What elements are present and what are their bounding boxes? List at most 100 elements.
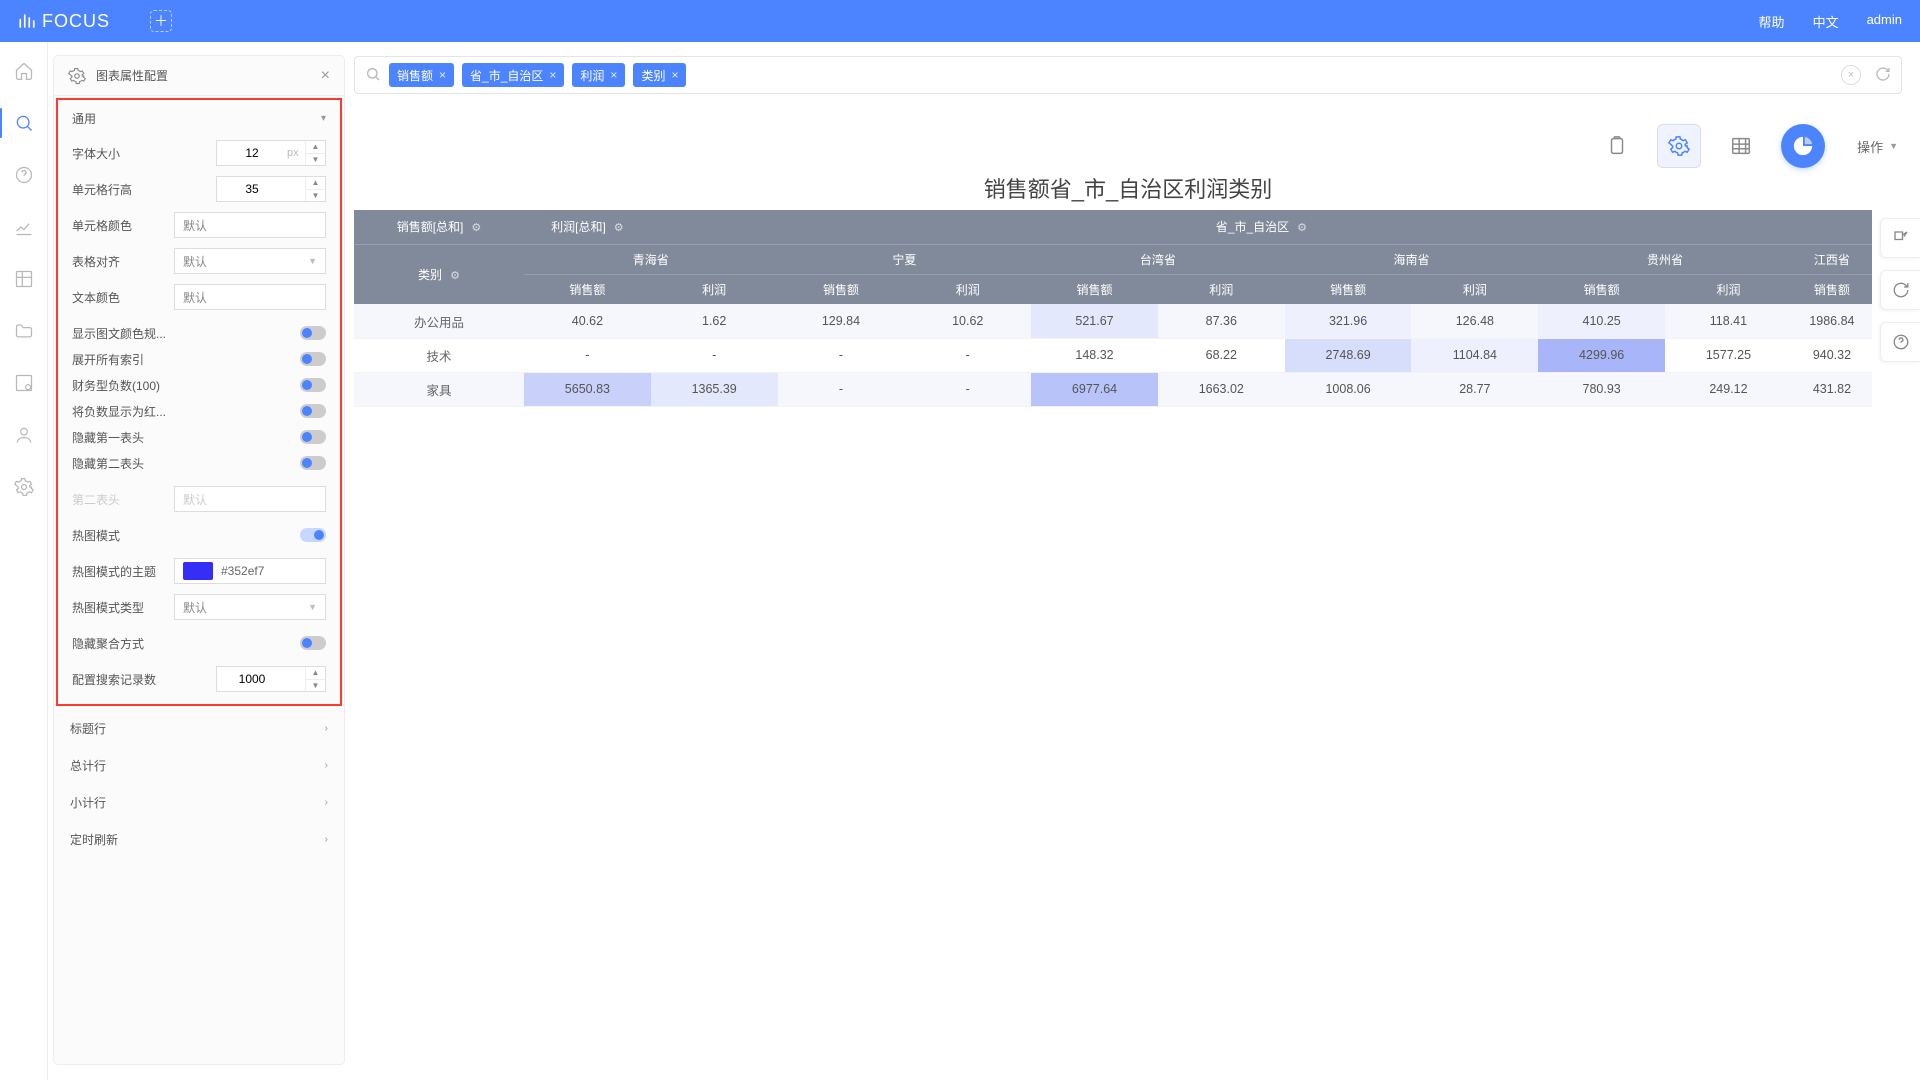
toggle-label: 将负数显示为红...: [72, 403, 166, 420]
toggle-switch[interactable]: [300, 430, 326, 444]
toggle-switch[interactable]: [300, 378, 326, 392]
stepper-up-icon[interactable]: ▲: [306, 177, 325, 190]
help-link[interactable]: 帮助: [1759, 12, 1785, 31]
dim-province-header[interactable]: 省_市_自治区⚙: [651, 210, 1872, 244]
search-chip[interactable]: 销售额×: [389, 63, 454, 87]
font-size-input[interactable]: px ▲▼: [216, 140, 326, 166]
gear-icon[interactable]: ⚙: [471, 222, 481, 234]
chip-remove-icon[interactable]: ×: [439, 68, 446, 82]
search-chip[interactable]: 利润×: [572, 63, 625, 87]
table-row: 技术----148.3268.222748.691104.844299.9615…: [354, 338, 1872, 372]
province-header[interactable]: 台湾省: [1031, 244, 1285, 274]
font-size-field[interactable]: [217, 146, 287, 160]
text-color-label: 文本颜色: [72, 289, 166, 306]
bars-icon: [18, 12, 36, 30]
nav-help[interactable]: [13, 164, 35, 186]
data-cell: 2748.69: [1285, 338, 1412, 372]
nav-chart[interactable]: [13, 216, 35, 238]
metric-profit-header[interactable]: 利润[总和]⚙: [524, 210, 651, 244]
toggle-switch[interactable]: [300, 404, 326, 418]
stepper-down-icon[interactable]: ▼: [306, 154, 325, 166]
data-cell: 1.62: [651, 304, 778, 338]
heatmap-type-select[interactable]: 默认▼: [174, 594, 326, 620]
nav-folder[interactable]: [13, 320, 35, 342]
refresh-tab[interactable]: [1880, 270, 1920, 310]
nav-home[interactable]: [13, 60, 35, 82]
stepper-down-icon[interactable]: ▼: [306, 190, 325, 202]
stepper-down-icon[interactable]: ▼: [306, 680, 325, 692]
search-chip[interactable]: 省_市_自治区×: [462, 63, 564, 87]
nav-user[interactable]: [13, 424, 35, 446]
nav-search[interactable]: [13, 112, 35, 134]
data-cell: -: [778, 372, 905, 406]
color-hex: #352ef7: [221, 564, 264, 578]
section-generic-header[interactable]: 通用 ▾: [58, 100, 340, 136]
province-header[interactable]: 宁夏: [778, 244, 1032, 274]
second-header-label: 第二表头: [72, 491, 166, 508]
gear-icon[interactable]: ⚙: [614, 222, 624, 234]
search-chip[interactable]: 类别×: [633, 63, 686, 87]
hide-agg-toggle[interactable]: [300, 636, 326, 650]
records-input[interactable]: ▲▼: [216, 666, 326, 692]
heatmap-theme-input[interactable]: #352ef7: [174, 558, 326, 584]
search-icon[interactable]: [365, 66, 381, 85]
measure-profit-header: 利润: [651, 274, 778, 304]
export-tab[interactable]: [1880, 218, 1920, 258]
nav-config[interactable]: [13, 372, 35, 394]
measure-profit-header: 利润: [1411, 274, 1538, 304]
section-header[interactable]: 定时刷新›: [56, 822, 342, 856]
chip-remove-icon[interactable]: ×: [671, 68, 678, 82]
section-header[interactable]: 总计行›: [56, 748, 342, 782]
row-height-field[interactable]: [217, 182, 287, 196]
heatmap-toggle[interactable]: [300, 528, 326, 542]
data-cell: 1365.39: [651, 372, 778, 406]
text-color-input[interactable]: 默认: [174, 284, 326, 310]
gear-icon[interactable]: ⚙: [1297, 222, 1307, 234]
clear-search-button[interactable]: ×: [1841, 65, 1861, 85]
toggle-switch[interactable]: [300, 456, 326, 470]
nav-settings[interactable]: [13, 476, 35, 498]
province-header[interactable]: 贵州省: [1538, 244, 1792, 274]
gear-icon[interactable]: ⚙: [450, 270, 460, 282]
panel-header: 图表属性配置 ×: [54, 56, 344, 96]
operations-dropdown[interactable]: 操作▼: [1857, 137, 1898, 156]
province-header[interactable]: 海南省: [1285, 244, 1539, 274]
toggle-switch[interactable]: [300, 326, 326, 340]
toggle-switch[interactable]: [300, 352, 326, 366]
metric-sales-header[interactable]: 销售额[总和]⚙: [354, 210, 524, 244]
settings-button[interactable]: [1657, 124, 1701, 168]
lang-link[interactable]: 中文: [1813, 12, 1839, 31]
row-height-input[interactable]: ▲▼: [216, 176, 326, 202]
chevron-down-icon: ▾: [321, 113, 326, 124]
table-view-button[interactable]: [1719, 124, 1763, 168]
data-cell: 321.96: [1285, 304, 1412, 338]
help-tab[interactable]: [1880, 322, 1920, 362]
clipboard-button[interactable]: [1595, 124, 1639, 168]
stepper-up-icon[interactable]: ▲: [306, 667, 325, 680]
chart-props-panel: 图表属性配置 × 通用 ▾ 字体大小 px ▲▼ 单元格行高 ▲▼: [54, 56, 344, 1064]
nav-grid[interactable]: [13, 268, 35, 290]
data-cell: 1663.02: [1158, 372, 1285, 406]
category-header[interactable]: 类别⚙: [354, 244, 524, 304]
records-field[interactable]: [217, 672, 287, 686]
data-cell: -: [904, 338, 1031, 372]
panel-close-icon[interactable]: ×: [321, 67, 330, 85]
province-header[interactable]: 江西省: [1792, 244, 1872, 274]
data-cell: 249.12: [1665, 372, 1792, 406]
chip-remove-icon[interactable]: ×: [549, 68, 556, 82]
align-select[interactable]: 默认▼: [174, 248, 326, 274]
data-cell: 410.25: [1538, 304, 1665, 338]
stepper-up-icon[interactable]: ▲: [306, 141, 325, 154]
refresh-icon[interactable]: [1875, 66, 1891, 85]
chart-view-button[interactable]: [1781, 124, 1825, 168]
section-header[interactable]: 小计行›: [56, 785, 342, 819]
user-link[interactable]: admin: [1867, 12, 1902, 31]
cell-color-input[interactable]: 默认: [174, 212, 326, 238]
chip-remove-icon[interactable]: ×: [610, 68, 617, 82]
new-tab-button[interactable]: ＋: [150, 10, 172, 32]
search-bar: 销售额× 省_市_自治区× 利润× 类别× ×: [354, 56, 1902, 94]
records-label: 配置搜索记录数: [72, 671, 166, 688]
section-header[interactable]: 标题行›: [56, 711, 342, 745]
chevron-down-icon: ▼: [1889, 141, 1898, 151]
province-header[interactable]: 青海省: [524, 244, 778, 274]
